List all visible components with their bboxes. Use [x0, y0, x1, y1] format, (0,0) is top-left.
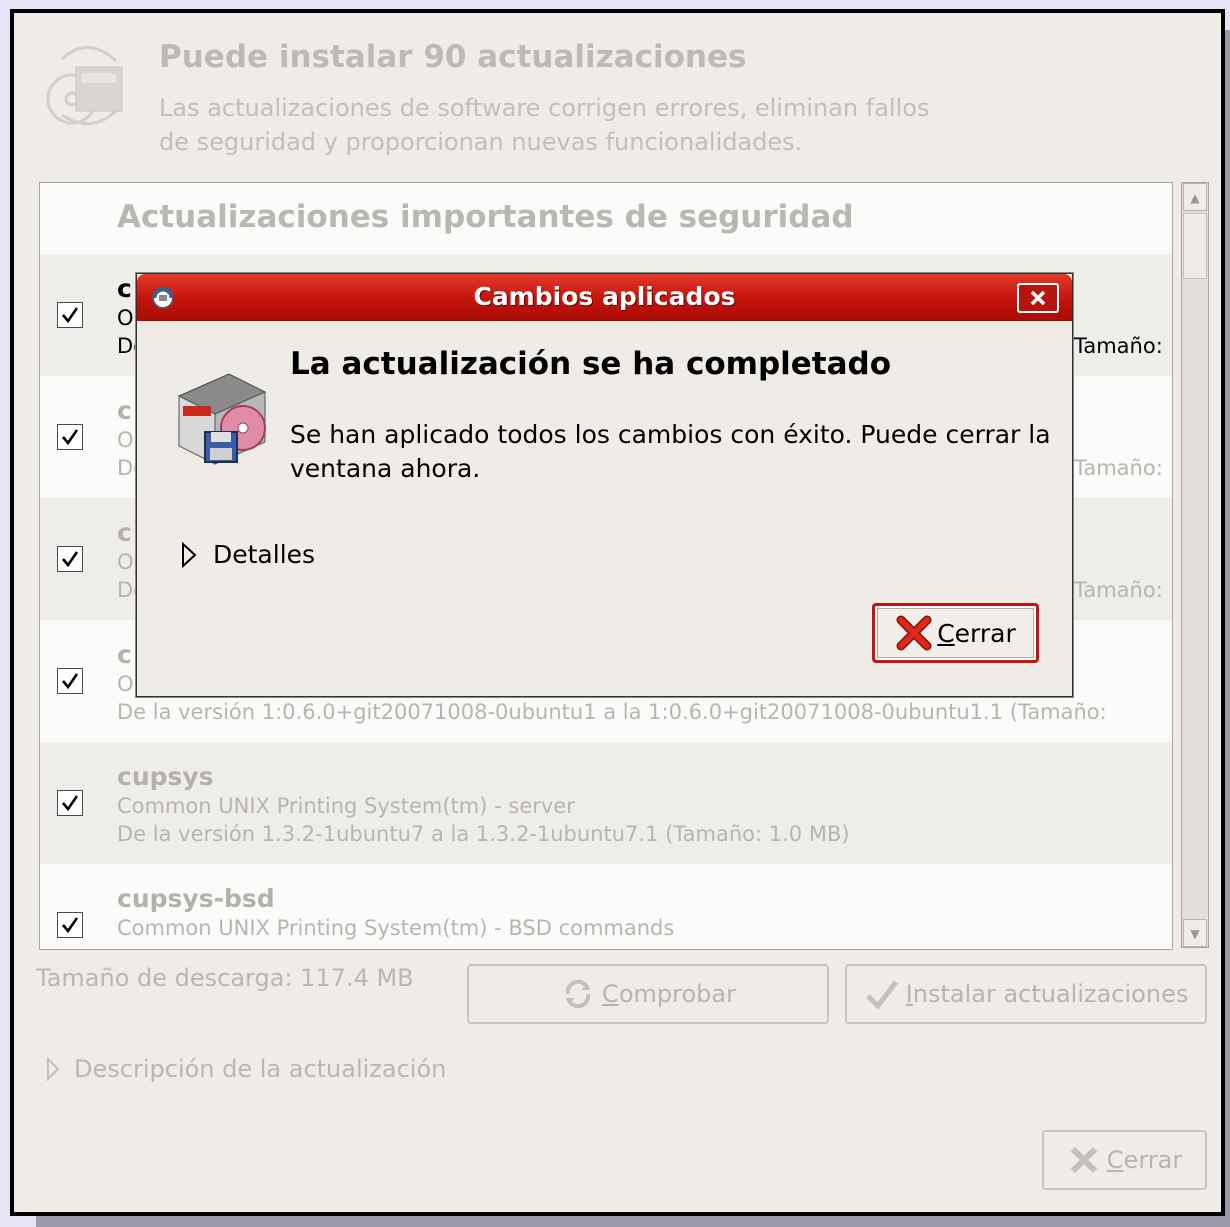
close-window-label: Cerrar: [1106, 1146, 1183, 1174]
dialog-close-icon[interactable]: [1017, 283, 1059, 313]
software-package-icon: [177, 373, 267, 465]
update-checkbox[interactable]: [57, 790, 83, 816]
section-heading: Actualizaciones importantes de seguridad: [117, 199, 854, 235]
header-subtitle: Las actualizaciones de software corrigen…: [159, 94, 930, 156]
update-checkbox[interactable]: [57, 302, 83, 328]
check-button[interactable]: Comprobar: [467, 964, 829, 1024]
scroll-down-arrow-icon[interactable]: ▼: [1183, 919, 1207, 947]
update-name: cupsys-bsd: [117, 884, 275, 913]
update-name: c: [117, 518, 132, 547]
checkmark-icon: [865, 980, 898, 1010]
expander-arrow-icon: [47, 1057, 60, 1081]
update-name: c: [117, 640, 132, 669]
download-size: Tamaño de descarga: 117.4 MB: [36, 964, 414, 992]
details-expander[interactable]: Detalles: [181, 540, 315, 569]
update-name: cupsys: [117, 762, 214, 791]
update-description: O: [117, 306, 134, 330]
update-size-label: Tamaño:: [1074, 456, 1163, 480]
dialog-titlebar[interactable]: Cambios aplicados: [137, 274, 1072, 321]
update-description: O: [117, 550, 134, 574]
update-size-label: Tamaño:: [1074, 334, 1163, 358]
update-checkbox[interactable]: [57, 912, 83, 938]
dialog-title: Cambios aplicados: [473, 282, 736, 311]
dialog-close-label: Cerrar: [937, 618, 1016, 648]
update-row[interactable]: cupsys-bsd Common UNIX Printing System(t…: [40, 864, 1172, 949]
update-description: O: [117, 672, 134, 696]
close-x-icon: [896, 615, 932, 651]
update-description: O: [117, 428, 134, 452]
close-window-button[interactable]: Cerrar: [1042, 1130, 1207, 1190]
details-label: Detalles: [213, 540, 316, 569]
update-version: De la versión 1:0.6.0+git20071008-0ubunt…: [117, 700, 1107, 724]
update-row[interactable]: cupsys Common UNIX Printing System(tm) -…: [40, 742, 1172, 864]
update-name: c: [117, 396, 132, 425]
update-checkbox[interactable]: [57, 668, 83, 694]
install-updates-button[interactable]: Instalar actualizaciones: [845, 964, 1207, 1024]
changes-applied-dialog: Cambios aplicados La actualización se ha…: [136, 273, 1073, 697]
scrollbar-thumb[interactable]: [1183, 213, 1207, 279]
install-button-label: Instalar actualizaciones: [905, 980, 1189, 1008]
update-manager-icon: [46, 46, 123, 126]
refresh-icon: [565, 979, 591, 1009]
expander-arrow-icon: [182, 541, 197, 568]
close-x-icon: [1070, 1146, 1097, 1174]
dialog-message: Se han aplicado todos los cambios con éx…: [290, 420, 1051, 483]
update-description: Common UNIX Printing System(tm) - server: [117, 794, 575, 818]
list-scrollbar[interactable]: ▲ ▼: [1181, 182, 1209, 948]
check-button-label: Comprobar: [602, 980, 736, 1008]
dialog-heading: La actualización se ha completado: [290, 346, 892, 382]
update-size-label: Tamaño:: [1074, 578, 1163, 602]
update-checkbox[interactable]: [57, 424, 83, 450]
dialog-close-button[interactable]: Cerrar: [872, 603, 1039, 663]
header-title: Puede instalar 90 actualizaciones: [159, 39, 747, 75]
update-description: Common UNIX Printing System(tm) - BSD co…: [117, 916, 675, 940]
update-name: c: [117, 274, 132, 303]
description-expander-label: Descripción de la actualización: [74, 1055, 447, 1083]
update-checkbox[interactable]: [57, 546, 83, 572]
update-version: De la versión 1.3.2-1ubuntu7 a la 1.3.2-…: [117, 822, 850, 846]
scroll-up-arrow-icon[interactable]: ▲: [1183, 183, 1207, 211]
description-expander[interactable]: Descripción de la actualización: [46, 1055, 446, 1083]
